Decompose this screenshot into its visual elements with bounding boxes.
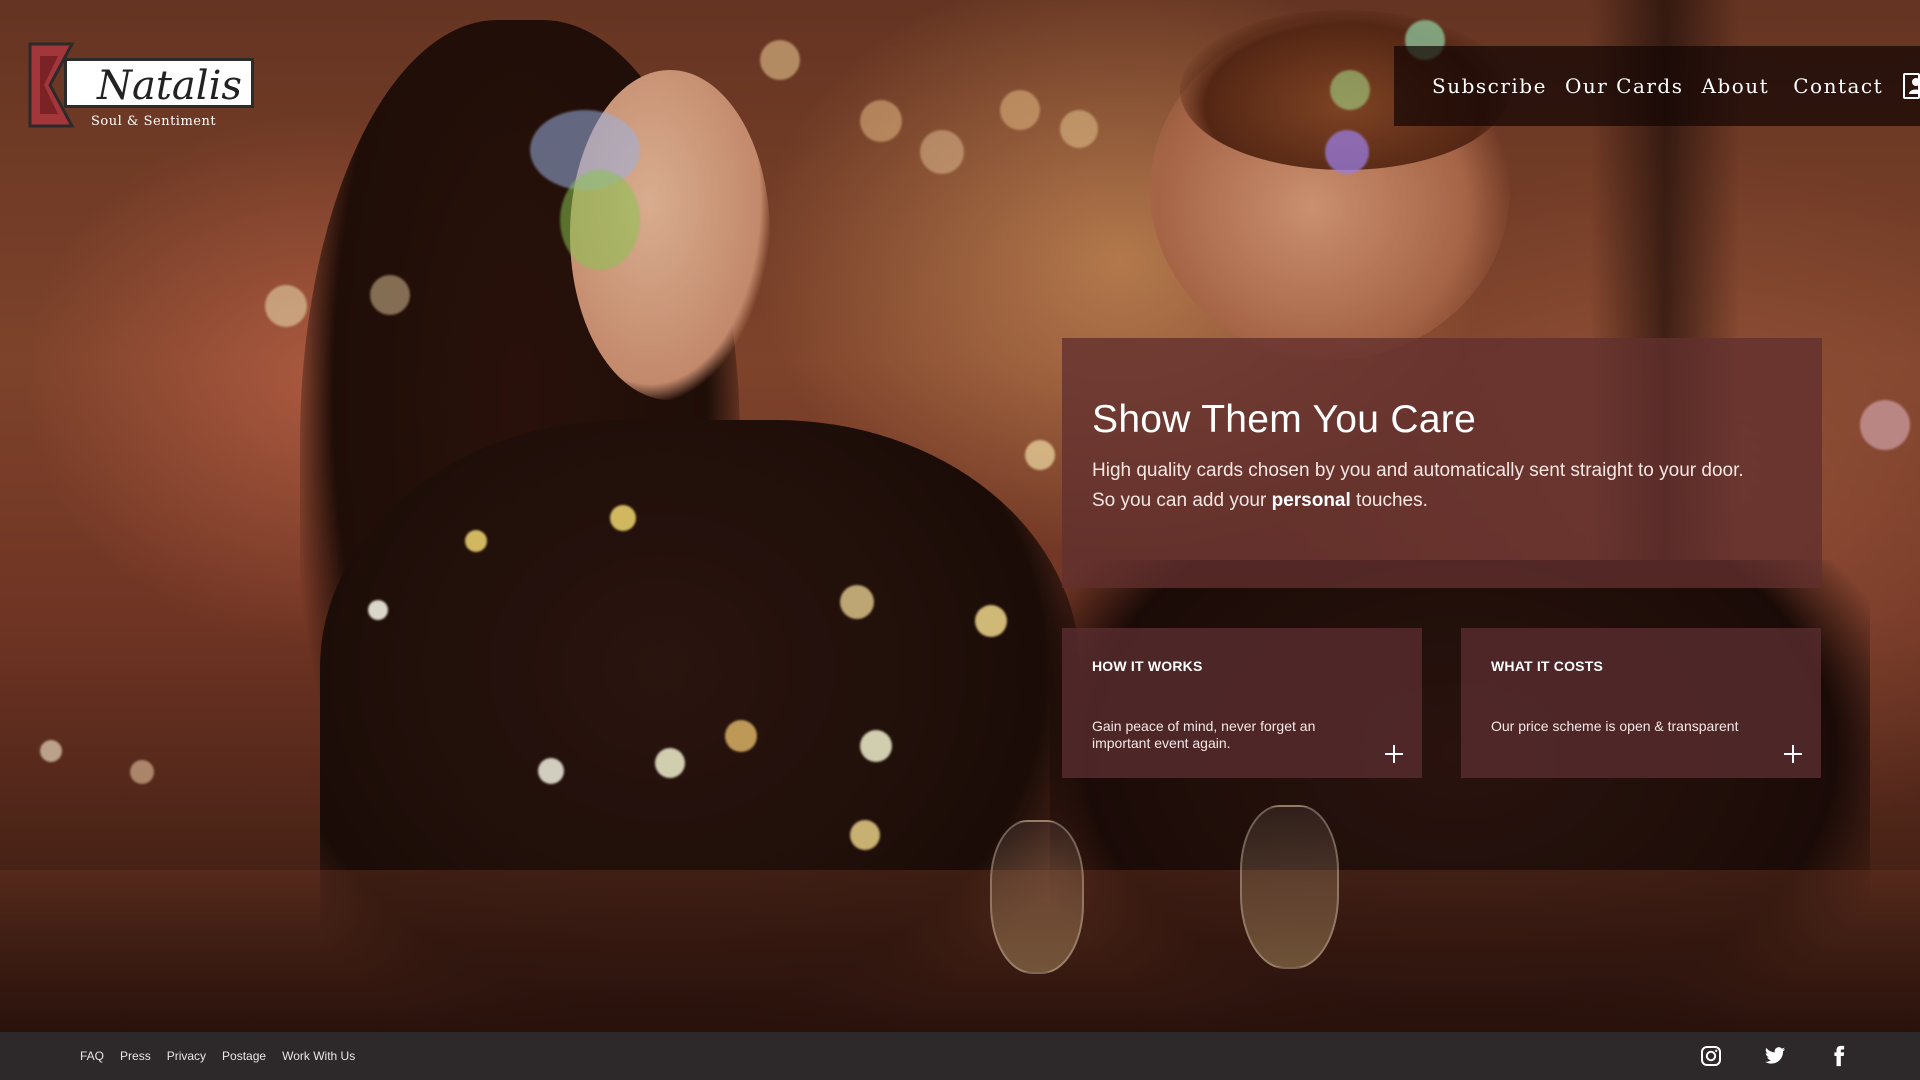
instagram-icon[interactable]: [1700, 1045, 1722, 1067]
nav-subscribe[interactable]: Subscribe: [1432, 74, 1547, 98]
footer-link-press[interactable]: Press: [120, 1049, 151, 1063]
footer-link-postage[interactable]: Postage: [222, 1049, 266, 1063]
logo-tagline: Soul & Sentiment: [91, 114, 217, 129]
nav-contact[interactable]: Contact: [1793, 74, 1883, 98]
social-links: [1658, 1032, 1850, 1080]
main-nav: Subscribe Our Cards About Contact: [1394, 46, 1920, 126]
footer-link-faq[interactable]: FAQ: [80, 1049, 104, 1063]
brand-logo[interactable]: Natalis Soul & Sentiment: [28, 42, 254, 129]
twitter-icon[interactable]: [1764, 1045, 1786, 1067]
footer-link-work-with-us[interactable]: Work With Us: [282, 1049, 355, 1063]
footer-link-privacy[interactable]: Privacy: [167, 1049, 206, 1063]
nav-about[interactable]: About: [1702, 74, 1770, 98]
how-it-works-card[interactable]: HOW IT WORKS Gain peace of mind, never f…: [1062, 628, 1422, 778]
plus-icon[interactable]: [1783, 744, 1803, 764]
card-title: WHAT IT COSTS: [1491, 658, 1603, 674]
facebook-icon[interactable]: [1828, 1045, 1850, 1067]
card-text: Gain peace of mind, never forget an impo…: [1092, 718, 1316, 751]
site-footer: FAQ Press Privacy Postage Work With Us: [0, 1032, 1920, 1080]
hero-line-2-start: So you can add your: [1092, 490, 1272, 511]
logo-wordmark: Natalis: [97, 63, 242, 109]
hero-line-2-end: touches.: [1350, 490, 1428, 511]
logo-ribbon-mark: [28, 42, 75, 128]
plus-icon[interactable]: [1384, 744, 1404, 764]
hero-title: Show Them You Care: [1092, 398, 1477, 441]
footer-links: FAQ Press Privacy Postage Work With Us: [80, 1032, 371, 1080]
nav-our-cards[interactable]: Our Cards: [1565, 74, 1684, 98]
hero-line-1: High quality cards chosen by you and aut…: [1092, 460, 1744, 481]
card-title: HOW IT WORKS: [1092, 658, 1203, 674]
card-text: Our price scheme is open & transparent: [1491, 718, 1739, 734]
what-it-costs-card[interactable]: WHAT IT COSTS Our price scheme is open &…: [1461, 628, 1821, 778]
account-button[interactable]: [1903, 73, 1920, 99]
hero-emphasis: personal: [1271, 490, 1351, 511]
user-icon: [1909, 78, 1920, 94]
logo-wordmark-box: Natalis: [64, 58, 254, 109]
hero-description: High quality cards chosen by you and aut…: [1092, 456, 1792, 516]
hero-panel: Show Them You Care High quality cards ch…: [1062, 338, 1822, 588]
